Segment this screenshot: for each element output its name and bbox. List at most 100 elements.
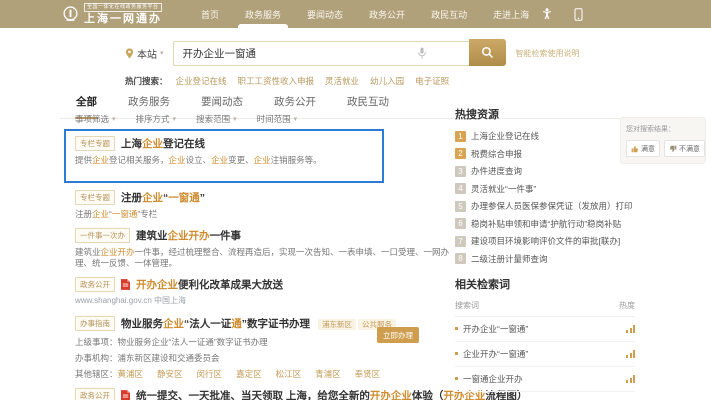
result-type-badge: 一件事一次办 (75, 228, 130, 243)
hot-search-links: 企业登记在线职工工资性收入申报灵活就业幼儿入园电子证照 (176, 75, 450, 87)
region-link[interactable]: 奉贤区 (355, 368, 381, 380)
rank-badge: 3 (455, 166, 466, 177)
filter-time[interactable]: 时间范围▾ (257, 113, 298, 125)
unsatisfied-button[interactable]: 不满意 (664, 140, 705, 157)
main-nav: 首页 政务服务 要闻动态 政务公开 政民互动 走进上海 (188, 0, 542, 28)
result-url: www.shanghai.gov.cn 中国上海 (75, 295, 453, 306)
hot-resources-list: 1 上海企业登记在线 2 税费综合申报 3 办件进度查询 4 灵活就业“一件事”… (455, 130, 635, 265)
nav-item-interaction[interactable]: 政民互动 (418, 0, 480, 28)
nav-item-home[interactable]: 首页 (188, 0, 232, 28)
result-desc: 提供企业登记相关服务，企业设立、企业变更、企业注销服务等。 (75, 155, 373, 166)
related-terms-section: 相关检索词 搜索词 热度 开办企业“一窗通” 企业开办“一窗通” 一窗通企业开办 (455, 276, 635, 392)
search-results: 专栏专题 上海企业登记在线 提供企业登记相关服务，企业设立、企业变更、企业注销服… (75, 129, 453, 400)
logo-emblem-icon (62, 6, 79, 23)
related-term-row[interactable]: 开办企业“一窗通” (455, 317, 635, 342)
term-column-header: 搜索词 (455, 300, 479, 311)
region-link[interactable]: 静安区 (157, 368, 183, 380)
filter-sort[interactable]: 排序方式▾ (136, 113, 177, 125)
nav-item-services[interactable]: 政务服务 (232, 0, 294, 28)
thumbs-down-icon (669, 145, 677, 153)
rank-badge: 4 (455, 183, 466, 194)
search-icon (481, 46, 494, 59)
hot-search-link[interactable]: 职工工资性收入申报 (238, 75, 315, 87)
nav-item-disclosure[interactable]: 政务公开 (356, 0, 418, 28)
nav-item-about-shanghai[interactable]: 走进上海 (480, 0, 542, 28)
hot-resource-item[interactable]: 4 灵活就业“一件事” (455, 183, 635, 195)
top-header: 全国一体化在线政务服务平台 上海一网通办 首页 政务服务 要闻动态 政务公开 政… (0, 0, 711, 28)
microphone-icon[interactable] (417, 47, 427, 60)
region-link[interactable]: 青浦区 (315, 368, 341, 380)
result-item-1: 专栏专题 上海企业登记在线 提供企业登记相关服务，企业设立、企业变更、企业注销服… (75, 136, 373, 166)
result-type-badge: 专栏专题 (75, 136, 115, 151)
result-item-5: 办事指南 物业服务企业“法人一证通”数字证书办理 浦东新区公共服务 上级事项：物… (75, 314, 453, 380)
apply-now-button[interactable]: 立即办理 (377, 327, 419, 343)
right-sidebar: 热搜资源 1 上海企业登记在线 2 税费综合申报 3 办件进度查询 4 灵活就业… (455, 106, 635, 400)
hot-search-link[interactable]: 幼儿入园 (370, 75, 404, 87)
chevron-down-icon: ▾ (112, 115, 116, 123)
chevron-down-icon: ▾ (173, 115, 177, 123)
related-terms-title: 相关检索词 (455, 276, 635, 292)
accessibility-icon[interactable] (542, 8, 552, 20)
region-link[interactable]: 松江区 (276, 368, 302, 380)
hot-resource-item[interactable]: 7 建设项目环境影响评价文件的审批[联办] (455, 235, 635, 247)
hot-resource-item[interactable]: 1 上海企业登记在线 (455, 130, 635, 142)
highlight-box: 专栏专题 上海企业登记在线 提供企业登记相关服务，企业设立、企业变更、企业注销服… (64, 129, 384, 183)
rank-badge: 7 (455, 236, 466, 247)
region-link[interactable]: 闵行区 (197, 368, 223, 380)
filter-item-type[interactable]: 事项筛选▾ (75, 113, 116, 125)
hot-search-link[interactable]: 企业登记在线 (176, 75, 227, 87)
result-desc: 注册企业“一窗通”专栏 (75, 209, 453, 220)
related-term-row[interactable]: 一窗通企业开办 (455, 367, 635, 392)
related-terms-list: 开办企业“一窗通” 企业开办“一窗通” 一窗通企业开办 (455, 317, 635, 392)
region-link[interactable]: 嘉定区 (236, 368, 262, 380)
result-item-4: 政务公开 开办企业便利化改革成果大放送 www.shanghai.gov.cn … (75, 277, 453, 306)
filter-scope[interactable]: 搜索范围▾ (196, 113, 237, 125)
thumbs-up-icon (631, 145, 639, 153)
hot-search-link[interactable]: 电子证照 (415, 75, 449, 87)
search-scope-dropdown[interactable]: 本站 ▾ (125, 46, 164, 61)
result-item-2: 专栏专题 注册企业“一窗通” 注册企业“一窗通”专栏 (75, 190, 453, 220)
heat-bars-icon (625, 325, 636, 333)
search-feedback-box: 您对搜索结果： 满意 不满意 (620, 117, 706, 164)
regions-line: 其他辖区： 黄浦区静安区闵行区嘉定区松江区青浦区奉贤区 (75, 368, 453, 380)
result-title[interactable]: 注册企业“一窗通” (121, 190, 205, 205)
rank-badge: 5 (455, 201, 466, 212)
hot-resources-title: 热搜资源 (455, 106, 635, 122)
hot-search-label: 热门搜索： (125, 75, 168, 87)
result-type-badge: 政务公开 (75, 388, 115, 400)
region-link[interactable]: 黄浦区 (118, 368, 144, 380)
rank-badge: 6 (455, 218, 466, 229)
hot-resource-item[interactable]: 3 办件进度查询 (455, 165, 635, 177)
related-term-row[interactable]: 企业开办“一窗通” (455, 342, 635, 367)
heat-bars-icon (625, 375, 636, 383)
hot-search-link[interactable]: 灵活就业 (325, 75, 359, 87)
chevron-down-icon: ▾ (294, 115, 298, 123)
hot-resource-item[interactable]: 8 二级注册计量师查询 (455, 253, 635, 265)
pdf-icon (121, 279, 130, 290)
smart-search-help-link[interactable]: 智能检索使用说明 (516, 48, 580, 59)
site-logo[interactable]: 全国一体化在线政务服务平台 上海一网通办 (62, 3, 162, 25)
hot-resource-item[interactable]: 6 稳岗补贴申领和申请“护航行动”稳岗补贴 (455, 218, 635, 230)
result-title[interactable]: 建筑业企业开办一件事 (136, 228, 241, 243)
pdf-icon (121, 390, 130, 400)
search-scope-label: 本站 (137, 46, 157, 61)
result-type-badge: 专栏专题 (75, 190, 115, 205)
hot-resource-item[interactable]: 2 税费综合申报 (455, 148, 635, 160)
tab-interaction[interactable]: 政民互动 (345, 92, 391, 118)
result-desc: 建筑业企业开办一件事，经过梳理整合、流程再造后，实现一次告知、一表申填、一口受理… (75, 247, 453, 269)
search-button[interactable] (469, 39, 506, 66)
mobile-icon[interactable] (574, 8, 583, 21)
hot-resource-item[interactable]: 5 办理参保人员医保参保凭证（发放用）打印 (455, 200, 635, 212)
result-title[interactable]: 物业服务企业“法人一证通”数字证书办理 (121, 316, 310, 331)
location-pin-icon (125, 48, 134, 59)
result-title[interactable]: 上海企业登记在线 (121, 136, 205, 151)
result-item-3: 一件事一次办 建筑业企业开办一件事 建筑业企业开办一件事，经过梳理整合、流程再造… (75, 228, 453, 269)
heat-bars-icon (625, 350, 636, 358)
result-item-6: 政务公开 统一提交、一天批准、当天领取 上海，给您全新的开办企业体验（开办企业流… (75, 388, 453, 400)
bullet-icon (455, 352, 458, 355)
nav-item-news[interactable]: 要闻动态 (294, 0, 356, 28)
heat-column-header: 热度 (619, 300, 635, 311)
bullet-icon (455, 377, 458, 380)
satisfied-button[interactable]: 满意 (626, 140, 660, 157)
result-title[interactable]: 开办企业便利化改革成果大放送 (136, 277, 283, 292)
